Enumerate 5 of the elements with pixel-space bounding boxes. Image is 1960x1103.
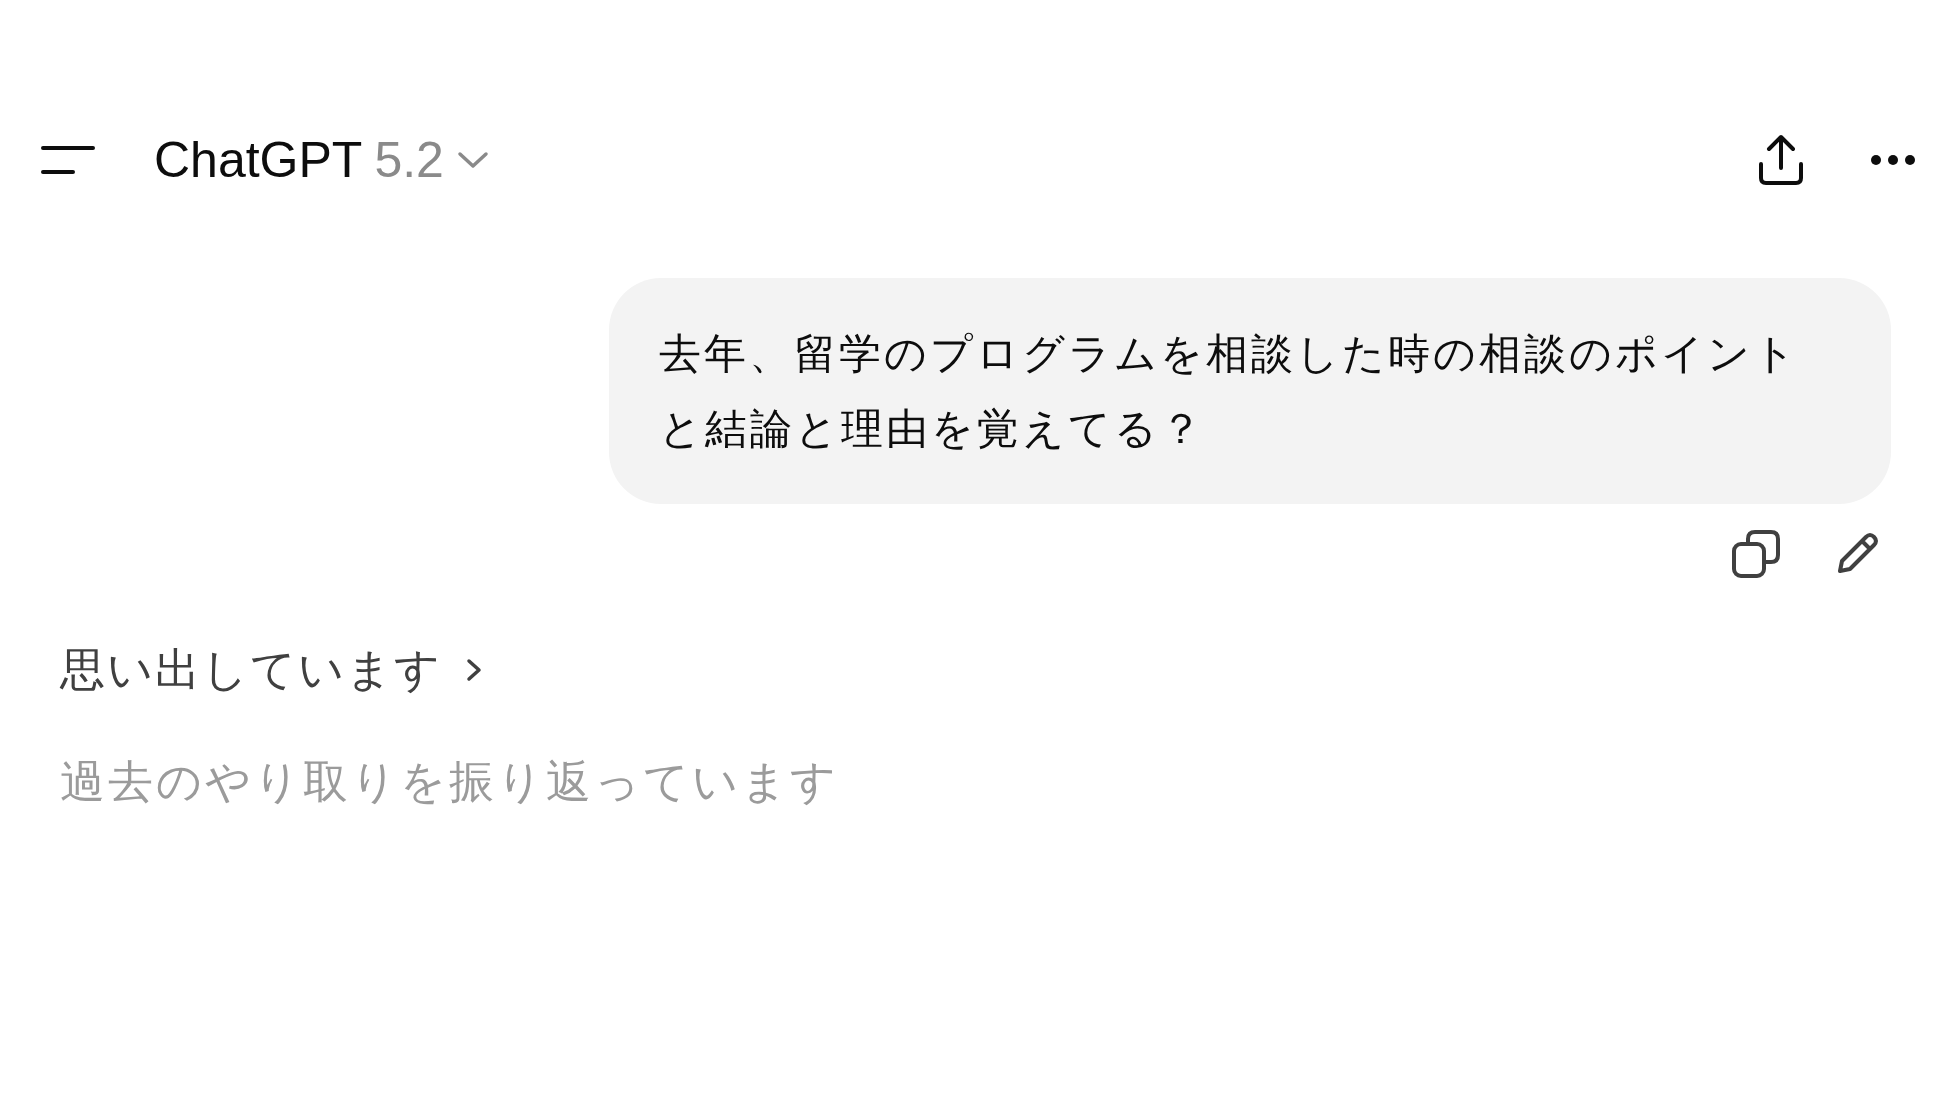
user-message: 去年、留学のプログラムを相談した時の相談のポイントと結論と理由を覚えてる？ [609, 278, 1891, 504]
thinking-toggle[interactable]: 思い出しています [60, 640, 484, 700]
chevron-down-icon [455, 150, 490, 170]
thinking-status: 過去のやり取りを振り返っています [60, 755, 839, 809]
model-selector[interactable]: ChatGPT 5.2 [154, 131, 490, 189]
